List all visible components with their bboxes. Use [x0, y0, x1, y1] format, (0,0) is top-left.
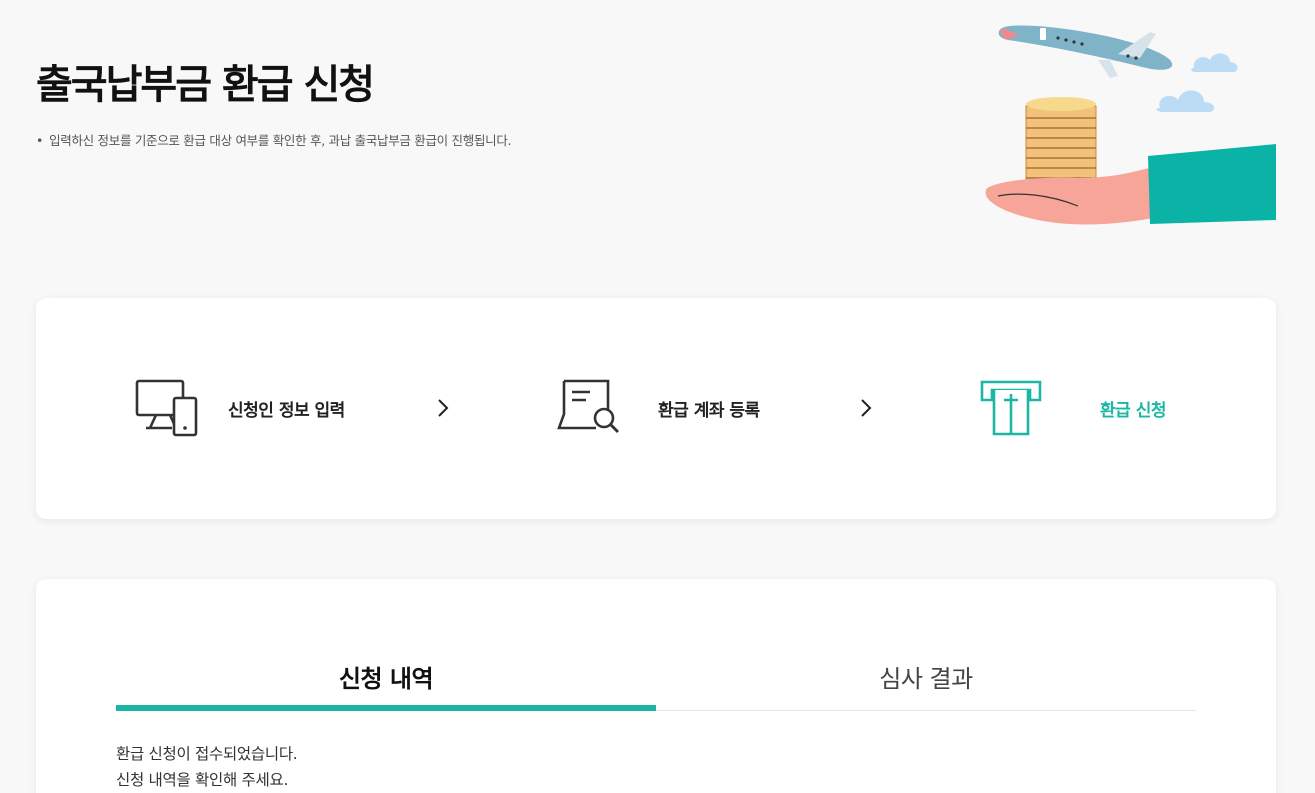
result-tabs: 신청 내역 심사 결과 — [116, 657, 1196, 711]
bullet-icon: • — [36, 133, 44, 148]
step-label: 환급 계좌 등록 — [658, 400, 760, 421]
page-description-text: 입력하신 정보를 기준으로 환급 대상 여부를 확인한 후, 과납 출국납부금 … — [49, 133, 512, 148]
step-applicant-info: 신청인 정보 입력 — [134, 378, 345, 438]
step-refund-account: 환급 계좌 등록 — [556, 378, 760, 438]
chevron-right-icon — [438, 399, 449, 417]
step-refund-apply: 환급 신청 — [978, 378, 1166, 438]
airplane-icon — [998, 25, 1173, 78]
tab-review-result[interactable]: 심사 결과 — [656, 657, 1196, 710]
document-search-icon — [557, 379, 619, 433]
progress-steps-card: 신청인 정보 입력 환급 계좌 등록 환급 신청 — [36, 298, 1276, 519]
step-label-current: 환급 신청 — [1100, 400, 1166, 421]
application-history-card: 신청 내역 심사 결과 환급 신청이 접수되었습니다. 신청 내역을 확인해 주… — [36, 579, 1276, 793]
refund-illustration — [985, 25, 1276, 225]
atm-withdraw-icon — [980, 380, 1042, 436]
tab-application-history[interactable]: 신청 내역 — [116, 657, 656, 711]
result-message: 환급 신청이 접수되었습니다. 신청 내역을 확인해 주세요. — [116, 741, 298, 793]
result-message-line: 환급 신청이 접수되었습니다. — [116, 745, 298, 763]
step-label: 신청인 정보 입력 — [228, 400, 345, 421]
page-description: • 입력하신 정보를 기준으로 환급 대상 여부를 확인한 후, 과납 출국납부금… — [36, 130, 512, 149]
devices-icon — [135, 379, 198, 437]
result-message-line: 신청 내역을 확인해 주세요. — [116, 771, 289, 789]
chevron-right-icon — [861, 399, 872, 417]
page-title: 출국납부금 환급 신청 — [36, 62, 375, 108]
